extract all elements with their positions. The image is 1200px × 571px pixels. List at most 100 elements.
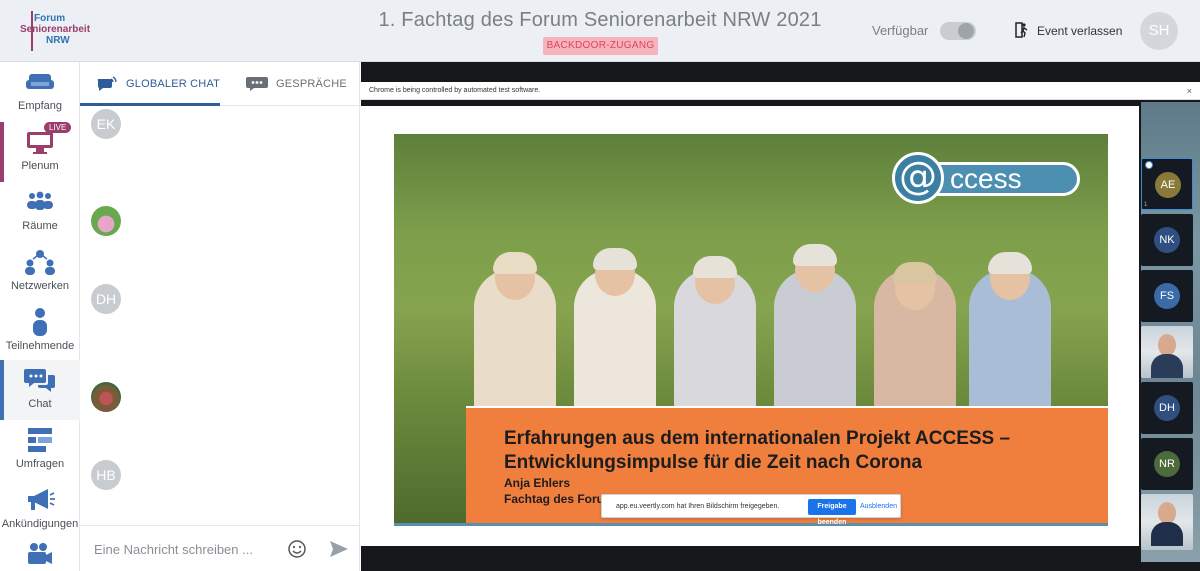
logo-line-1: Forum: [34, 13, 66, 24]
stop-sharing-button[interactable]: Freigabe beenden: [808, 499, 856, 526]
photo-hair: [988, 252, 1032, 274]
photo-hair: [593, 248, 637, 270]
access-logo: @ ccess: [892, 152, 1080, 204]
participant-avatar: NR: [1154, 451, 1180, 477]
emoji-icon[interactable]: [287, 539, 307, 559]
presentation-slide: @ ccess Erfahrungen aus dem internationa…: [394, 134, 1108, 523]
nav-label: Teilnehmende: [5, 340, 75, 352]
participant-tile[interactable]: NR: [1141, 438, 1193, 490]
send-icon[interactable]: [328, 539, 350, 559]
nav-label: Räume: [22, 220, 58, 232]
chat-avatar[interactable]: HB: [91, 460, 121, 490]
leave-event-button[interactable]: Event verlassen: [1015, 21, 1123, 41]
video-body: [1151, 522, 1183, 546]
nav-label: Ankündigungen: [1, 518, 79, 530]
tab-label: GLOBALER CHAT: [126, 78, 221, 90]
main-stage: Chrome is being controlled by automated …: [361, 62, 1200, 571]
availability-toggle[interactable]: [940, 22, 976, 40]
participant-avatar: AE: [1155, 172, 1181, 198]
automation-notice: Chrome is being controlled by automated …: [369, 87, 541, 94]
nav-item-empfang[interactable]: Empfang: [0, 62, 80, 122]
photo-hair: [493, 252, 537, 274]
participant-avatar: DH: [1154, 395, 1180, 421]
slide-speaker: Anja Ehlers: [504, 476, 571, 490]
event-title: 1. Fachtag des Forum Seniorenarbeit NRW …: [378, 9, 822, 31]
participant-strip: AE 1 NK FS DH NR: [1139, 158, 1200, 571]
logo-line-2: Seniorenarbeit: [20, 24, 91, 35]
participant-avatar: NK: [1154, 227, 1180, 253]
chat-avatar-photo[interactable]: [91, 206, 121, 236]
forum-logo[interactable]: Forum Seniorenarbeit NRW: [18, 9, 98, 53]
video-face: [1158, 502, 1176, 524]
participant-meta: 1: [1144, 202, 1148, 208]
left-navigation: Empfang LIVE Plenum Räume Netzwerken Tei…: [0, 62, 80, 571]
screen-share-notice: app.eu.veertly.com hat Ihren Bildschirm …: [601, 494, 901, 526]
person-icon: [0, 308, 80, 336]
nav-item-ankuendigungen[interactable]: Ankündigungen: [0, 480, 80, 540]
participant-video-tile[interactable]: [1141, 326, 1193, 378]
access-at-symbol: @: [899, 154, 937, 198]
chat-avatar[interactable]: EK: [91, 109, 121, 139]
nav-label: Plenum: [21, 160, 59, 172]
hide-notice-button[interactable]: Ausblenden: [860, 495, 897, 519]
selected-indicator: [1145, 161, 1153, 169]
chat-avatar[interactable]: DH: [91, 284, 121, 314]
top-bar: Forum Seniorenarbeit NRW 1. Fachtag des …: [0, 0, 1200, 62]
chat-tabs: GLOBALER CHAT GESPRÄCHE: [80, 62, 360, 106]
photo-hair: [693, 256, 737, 278]
nav-item-plenum[interactable]: LIVE Plenum: [0, 122, 80, 182]
nav-label: Chat: [28, 398, 52, 410]
access-logo-text: ccess: [950, 163, 1022, 194]
sofa-icon: [0, 68, 80, 96]
availability-label: Verfügbar: [872, 23, 929, 38]
exit-door-icon: [1015, 21, 1029, 41]
slide-bottom-rule: [394, 523, 1108, 526]
message-composer: [80, 525, 360, 571]
group-icon: [0, 188, 80, 216]
tab-conversations[interactable]: GESPRÄCHE: [246, 62, 347, 106]
nav-label: Umfragen: [15, 458, 65, 470]
video-camera-icon: [0, 541, 80, 569]
participant-tile[interactable]: FS: [1141, 270, 1193, 322]
chat-panel: GLOBALER CHAT GESPRÄCHE EK DH HB: [80, 62, 360, 571]
network-icon: [0, 248, 80, 276]
participant-tile[interactable]: NK: [1141, 214, 1193, 266]
slide-photo: [424, 244, 1084, 419]
nav-item-umfragen[interactable]: Umfragen: [0, 420, 80, 480]
backdoor-badge: BACKDOOR-ZUGANG: [543, 37, 658, 55]
video-body: [1151, 354, 1183, 378]
tab-global-chat[interactable]: GLOBALER CHAT: [96, 62, 220, 106]
tab-label: GESPRÄCHE: [276, 78, 347, 90]
nav-item-video[interactable]: [0, 537, 80, 571]
logo-line-3: NRW: [46, 35, 70, 46]
live-badge: LIVE: [44, 122, 72, 133]
participant-video-tile[interactable]: [1141, 494, 1193, 550]
nav-label: Netzwerken: [10, 280, 70, 292]
shared-screen: @ ccess Erfahrungen aus dem internationa…: [361, 106, 1139, 546]
message-input[interactable]: [94, 537, 279, 561]
chat-avatar-photo[interactable]: [91, 382, 121, 412]
chat-bubbles-icon: [0, 366, 80, 394]
share-notice-text: app.eu.veertly.com hat Ihren Bildschirm …: [616, 503, 780, 510]
participant-tile[interactable]: DH: [1141, 382, 1193, 434]
leave-event-label: Event verlassen: [1037, 24, 1123, 38]
nav-item-teilnehmende[interactable]: Teilnehmende: [0, 302, 80, 362]
user-avatar[interactable]: SH: [1140, 12, 1178, 50]
video-face: [1158, 334, 1176, 356]
nav-item-raeume[interactable]: Räume: [0, 182, 80, 242]
megaphone-icon: [0, 486, 80, 514]
toggle-knob: [958, 23, 974, 39]
poll-icon: [0, 426, 80, 454]
participant-avatar: FS: [1154, 283, 1180, 309]
global-chat-icon: [96, 75, 118, 94]
nav-item-chat[interactable]: Chat: [0, 360, 80, 420]
participant-tile[interactable]: AE 1: [1141, 158, 1193, 210]
slide-title-line-1: Erfahrungen aus dem internationalen Proj…: [504, 428, 1011, 449]
automation-infobar: Chrome is being controlled by automated …: [361, 82, 1200, 100]
nav-item-netzwerken[interactable]: Netzwerken: [0, 242, 80, 302]
nav-label: Empfang: [17, 100, 63, 112]
active-tab-indicator: [80, 103, 220, 106]
close-icon[interactable]: ×: [1187, 82, 1192, 100]
photo-hair: [793, 244, 837, 266]
slide-title-line-2: Entwicklungsimpulse für die Zeit nach Co…: [504, 452, 923, 473]
